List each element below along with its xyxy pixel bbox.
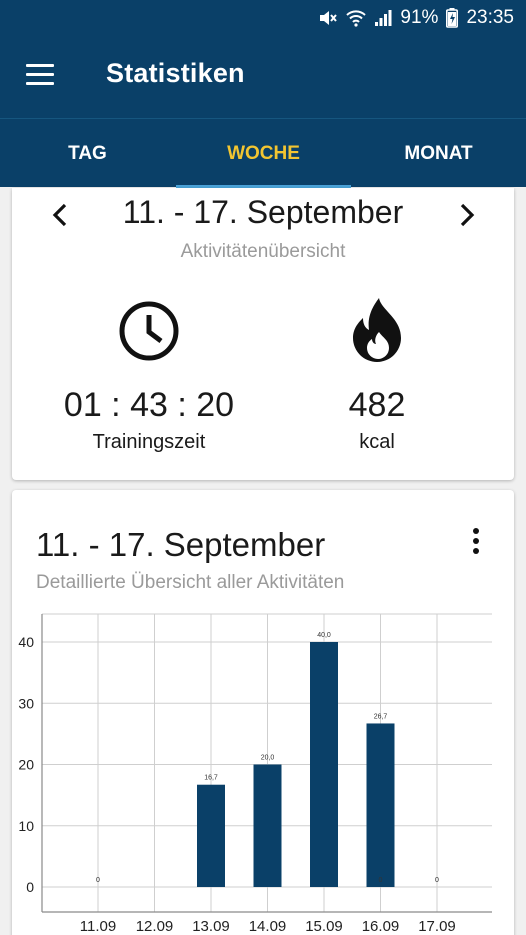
battery-percent: 91%: [400, 7, 439, 28]
data-label: 26,7: [374, 713, 388, 720]
flame-icon: [267, 296, 487, 366]
battery-icon: [446, 8, 459, 28]
x-tick-label: 12.09: [136, 918, 174, 935]
overview-week-title: 11. - 17. September: [122, 194, 404, 230]
x-tick-label: 17.09: [418, 918, 456, 935]
data-label: 0: [96, 877, 100, 884]
wifi-icon: [346, 9, 367, 27]
clock-icon: [39, 296, 259, 366]
kcal-stat: 482 kcal: [267, 296, 487, 454]
x-tick-label: 16.09: [362, 918, 400, 935]
chevron-right-icon[interactable]: [451, 200, 481, 230]
bar-13.09: [253, 764, 282, 887]
bar-15.09: [366, 723, 395, 887]
signal-icon: [374, 9, 392, 27]
bar-14.09: [310, 642, 338, 887]
overview-card: 11. - 17. September Aktivitätenübersicht…: [12, 188, 514, 480]
training-time-label: Trainingszeit: [92, 431, 206, 453]
chevron-left-icon[interactable]: [46, 200, 76, 230]
status-bar: 91% 23:35: [0, 0, 526, 36]
data-label: 20,0: [261, 755, 275, 762]
y-tick-label: 40: [18, 634, 34, 650]
clock-time: 23:35: [466, 7, 514, 28]
detail-subtitle: Detaillierte Übersicht aller Aktivitäten: [36, 572, 345, 593]
mute-icon: [318, 9, 338, 27]
hamburger-menu-icon[interactable]: [22, 64, 58, 90]
x-tick-label: 15.09: [305, 918, 343, 935]
x-tick-label: 11.09: [80, 918, 116, 935]
kcal-value: 482: [348, 386, 406, 424]
y-tick-label: 20: [18, 757, 34, 773]
training-time-value: 01 : 43 : 20: [63, 386, 235, 424]
tab-month[interactable]: MONAT: [351, 119, 526, 188]
kcal-label: kcal: [359, 431, 395, 453]
bar-12.09: [197, 784, 225, 887]
data-label: 16,7: [204, 775, 218, 782]
y-tick-label: 0: [26, 879, 34, 895]
weekly-activity-chart: 0 10 20 30 40 11.09 12.09 13.09 14.09 15.09 16.09 1…: [18, 613, 492, 935]
page-title: Statistiken: [106, 58, 245, 88]
app-bar: Statistiken: [0, 36, 526, 118]
data-label: 0: [435, 877, 439, 884]
data-label: 0: [379, 877, 383, 884]
tab-day[interactable]: TAG: [0, 119, 175, 188]
x-tick-label: 14.09: [249, 918, 287, 935]
more-vert-icon[interactable]: [464, 526, 488, 556]
y-tick-label: 10: [18, 818, 34, 834]
y-tick-label: 30: [18, 695, 34, 711]
tab-bar: TAG WOCHE MONAT: [0, 118, 526, 188]
training-time-stat: 01 : 43 : 20 Trainingszeit: [39, 296, 259, 454]
detail-week-title: 11. - 17. September: [36, 526, 326, 563]
x-tick-label: 13.09: [192, 918, 230, 935]
overview-subtitle: Aktivitätenübersicht: [180, 241, 346, 262]
status-icons: 91% 23:35: [318, 0, 514, 36]
tab-week[interactable]: WOCHE: [176, 119, 351, 188]
data-label: 40,0: [317, 632, 331, 639]
